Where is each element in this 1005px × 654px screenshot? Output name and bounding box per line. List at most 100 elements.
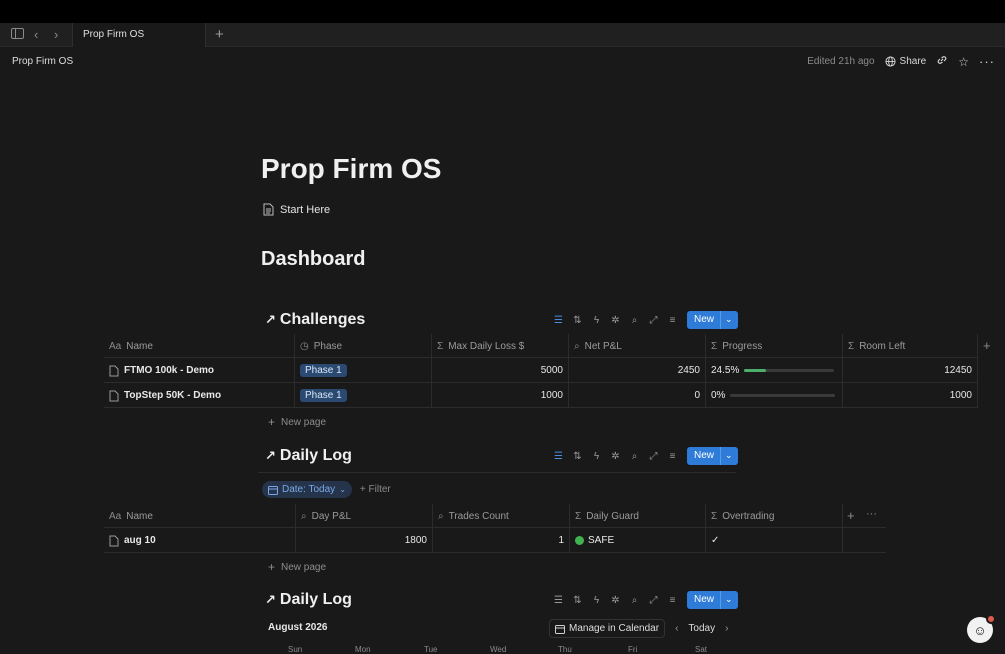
column-overtrading[interactable]: Σ Overtrading: [706, 504, 843, 528]
sort-icon[interactable]: ⇅: [568, 311, 587, 329]
filter-icon[interactable]: ☰: [549, 311, 568, 329]
column-name[interactable]: Aa Name: [104, 334, 295, 358]
automation-icon[interactable]: ϟ: [587, 311, 606, 329]
add-column-icon[interactable]: +: [983, 338, 991, 353]
more-icon[interactable]: ···: [866, 508, 877, 520]
challenges-db-title[interactable]: ↗ Challenges: [265, 311, 365, 329]
column-daily-guard[interactable]: Σ Daily Guard: [570, 504, 706, 528]
max-daily-loss-value: 5000: [432, 358, 569, 383]
forward-arrow-icon[interactable]: ›: [54, 27, 58, 42]
search-icon[interactable]: ⌕: [625, 311, 644, 329]
star-icon[interactable]: ☆: [958, 55, 969, 69]
settings-sliders-icon[interactable]: ≡: [663, 447, 682, 465]
table-row[interactable]: TopStep 50K - Demo Phase 1 1000 0 0% 100…: [104, 383, 978, 408]
column-progress[interactable]: Σ Progress: [706, 334, 843, 358]
sidebar-toggle-icon[interactable]: [11, 27, 24, 42]
challenges-new-page-button[interactable]: + New page: [268, 415, 326, 429]
tab-title: Prop Firm OS: [83, 29, 145, 40]
weekday-label: Wed: [490, 645, 507, 654]
phase-badge: Phase 1: [300, 364, 347, 377]
new-tab-icon[interactable]: +: [215, 26, 224, 43]
link-icon[interactable]: [936, 54, 948, 69]
calendar-controls: Manage in Calendar ‹ Today ›: [549, 619, 728, 638]
ai-sparkle-icon[interactable]: ✲: [606, 447, 625, 465]
expand-icon[interactable]: ⤢: [644, 311, 663, 329]
new-button-label: New: [687, 591, 721, 609]
page-icon: [109, 535, 119, 546]
ai-sparkle-icon[interactable]: ✲: [606, 311, 625, 329]
chevron-left-icon[interactable]: ‹: [675, 623, 678, 634]
sort-icon[interactable]: ⇅: [568, 447, 587, 465]
add-column-icon[interactable]: +: [847, 508, 855, 523]
formula-sigma-icon: Σ: [437, 340, 444, 352]
expand-icon[interactable]: ⤢: [644, 591, 663, 609]
chevron-down-icon[interactable]: ⌄: [720, 591, 738, 609]
text-type-icon: Aa: [109, 340, 122, 352]
search-icon[interactable]: ⌕: [625, 447, 644, 465]
help-avatar-button[interactable]: ☺: [967, 614, 996, 643]
column-name[interactable]: Aa Name: [104, 504, 296, 528]
date-filter-label: Date: Today: [282, 484, 336, 495]
progress-value: 0%: [711, 390, 726, 401]
manage-in-calendar-button[interactable]: Manage in Calendar: [549, 619, 666, 638]
calendar-icon: [555, 624, 565, 634]
new-button[interactable]: New ⌄: [687, 311, 738, 329]
filter-icon[interactable]: ☰: [549, 447, 568, 465]
rollup-search-icon: ⌕: [301, 510, 307, 522]
phase-badge: Phase 1: [300, 389, 347, 402]
automation-icon[interactable]: ϟ: [587, 447, 606, 465]
progress-value: 24.5%: [711, 365, 740, 376]
breadcrumb[interactable]: Prop Firm OS: [12, 56, 73, 67]
search-icon[interactable]: ⌕: [625, 591, 644, 609]
column-day-pnl[interactable]: ⌕ Day P&L: [296, 504, 433, 528]
rollup-search-icon: ⌕: [574, 340, 580, 352]
notification-dot: [986, 614, 996, 624]
status-icon: ◷: [300, 340, 309, 352]
start-here-link[interactable]: Start Here: [263, 203, 330, 216]
settings-sliders-icon[interactable]: ≡: [663, 311, 682, 329]
net-pnl-value: 0: [569, 383, 706, 408]
automation-icon[interactable]: ϟ: [587, 591, 606, 609]
new-page-label: New page: [281, 416, 327, 428]
ai-sparkle-icon[interactable]: ✲: [606, 591, 625, 609]
globe-icon: [885, 56, 896, 67]
green-circle-icon: [575, 536, 584, 545]
tab-prop-firm-os[interactable]: Prop Firm OS: [72, 23, 206, 47]
row-name: TopStep 50K - Demo: [124, 390, 222, 401]
daily-log-new-page-button[interactable]: + New page: [268, 560, 326, 574]
edited-timestamp: Edited 21h ago: [807, 56, 875, 67]
calendar-month: August 2026: [268, 622, 328, 633]
linked-arrow-icon: ↗: [265, 448, 276, 463]
sort-icon[interactable]: ⇅: [568, 591, 587, 609]
new-button[interactable]: New ⌄: [687, 447, 738, 465]
add-filter-button[interactable]: + Filter: [360, 484, 391, 495]
table-row[interactable]: FTMO 100k - Demo Phase 1 5000 2450 24.5%…: [104, 358, 978, 383]
new-page-label: New page: [281, 561, 327, 573]
calendar-db-title[interactable]: ↗ Daily Log: [265, 591, 352, 609]
column-max-daily-loss[interactable]: Σ Max Daily Loss $: [432, 334, 569, 358]
column-trades-count[interactable]: ⌕ Trades Count: [433, 504, 570, 528]
date-filter-chip[interactable]: Date: Today ⌄: [262, 481, 352, 498]
plus-icon: +: [268, 560, 276, 574]
column-phase[interactable]: ◷ Phase: [295, 334, 432, 358]
share-button[interactable]: Share: [885, 56, 926, 67]
chevron-right-icon[interactable]: ›: [725, 623, 728, 634]
back-arrow-icon[interactable]: ‹: [34, 27, 38, 42]
calendar-icon: [268, 485, 278, 495]
today-button[interactable]: Today: [688, 623, 715, 634]
overtrading-value: ✓: [706, 528, 843, 553]
column-net-pnl[interactable]: ⌕ Net P&L: [569, 334, 706, 358]
column-room-left[interactable]: Σ Room Left: [843, 334, 978, 358]
chevron-down-icon[interactable]: ⌄: [720, 311, 738, 329]
expand-icon[interactable]: ⤢: [644, 447, 663, 465]
progress-bar: [730, 394, 836, 397]
table-row[interactable]: aug 10 1800 1 SAFE ✓: [104, 528, 886, 553]
text-type-icon: Aa: [109, 510, 122, 522]
max-daily-loss-value: 1000: [432, 383, 569, 408]
new-button[interactable]: New ⌄: [687, 591, 738, 609]
filter-icon[interactable]: ☰: [549, 591, 568, 609]
chevron-down-icon[interactable]: ⌄: [720, 447, 738, 465]
settings-sliders-icon[interactable]: ≡: [663, 591, 682, 609]
daily-log-db-title[interactable]: ↗ Daily Log: [265, 447, 352, 465]
more-icon[interactable]: ···: [979, 54, 995, 69]
